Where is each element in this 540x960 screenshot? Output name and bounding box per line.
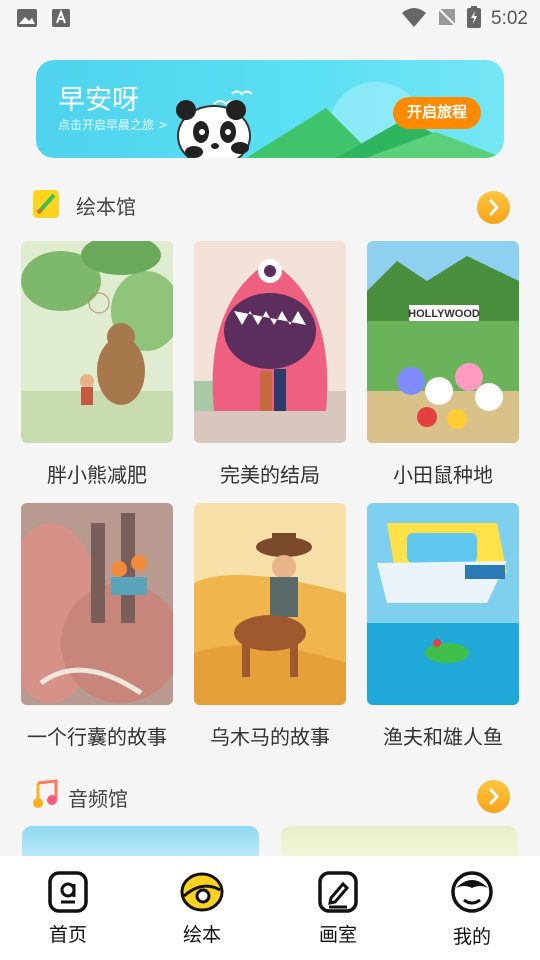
draw-icon <box>318 871 358 913</box>
audio-more-button[interactable] <box>477 780 510 813</box>
banner-title: 早安呀 <box>58 85 139 116</box>
tab-picture-book[interactable]: 绘本 <box>152 870 252 947</box>
book-cover[interactable] <box>194 241 346 443</box>
wifi-icon <box>401 7 427 31</box>
book-cover[interactable] <box>21 503 173 705</box>
book-cover[interactable] <box>194 503 346 705</box>
morning-banner[interactable]: 早安呀 点击开启早晨之旅 > 开启旅程 <box>36 60 504 158</box>
status-bar: 5:02 <box>0 0 540 36</box>
book-card[interactable]: 胖小熊减肥 <box>21 241 173 487</box>
bottom-tab-bar: 首页 绘本 画室 我的 <box>0 856 540 960</box>
image-notification-icon <box>16 8 38 32</box>
chevron-right-icon <box>489 788 500 805</box>
tab-mine[interactable]: 我的 <box>422 870 522 949</box>
book-card[interactable]: 完美的结局 <box>194 241 346 487</box>
book-card[interactable]: 渔夫和雄人鱼 <box>367 503 519 749</box>
tab-label: 首页 <box>48 924 87 946</box>
tab-label: 我的 <box>452 926 491 948</box>
book-title: 一个行囊的故事 <box>27 725 167 749</box>
book-title: 渔夫和雄人鱼 <box>383 725 503 749</box>
status-time: 5:02 <box>491 8 528 29</box>
book-cover[interactable]: HOLLYWOOD <box>367 241 519 443</box>
book-card[interactable]: 乌木马的故事 <box>194 503 346 749</box>
book-card[interactable]: HOLLYWOOD 小田鼠种地 <box>367 241 519 487</box>
notebook-icon <box>32 189 60 223</box>
picture-book-header: 绘本馆 <box>0 186 540 226</box>
no-signal-icon <box>437 7 457 31</box>
picture-books-more-button[interactable] <box>477 191 510 224</box>
svg-text:HOLLYWOOD: HOLLYWOOD <box>408 308 480 320</box>
book-card[interactable]: 一个行囊的故事 <box>21 503 173 749</box>
tab-label: 绘本 <box>182 924 221 946</box>
picture-book-icon <box>180 872 224 912</box>
start-journey-button[interactable]: 开启旅程 <box>393 97 481 129</box>
battery-charging-icon <box>467 6 482 32</box>
music-note-icon <box>30 779 60 813</box>
book-title: 小田鼠种地 <box>393 463 493 487</box>
tab-studio[interactable]: 画室 <box>288 870 388 947</box>
book-title: 乌木马的故事 <box>210 725 330 749</box>
book-cover[interactable] <box>367 503 519 705</box>
text-notification-icon <box>52 8 70 32</box>
book-title: 完美的结局 <box>220 463 320 487</box>
section-title-picture-books: 绘本馆 <box>76 195 136 219</box>
tab-label: 画室 <box>318 924 357 946</box>
profile-icon <box>451 871 493 913</box>
book-cover[interactable] <box>21 241 173 443</box>
chevron-right-icon <box>489 199 500 216</box>
section-title-audio: 音频馆 <box>68 787 128 811</box>
book-title: 胖小熊减肥 <box>47 463 147 487</box>
banner-subtitle[interactable]: 点击开启早晨之旅 > <box>58 116 168 133</box>
home-icon <box>48 871 88 913</box>
tab-home[interactable]: 首页 <box>18 870 118 947</box>
audio-header: 音频馆 <box>0 776 540 816</box>
